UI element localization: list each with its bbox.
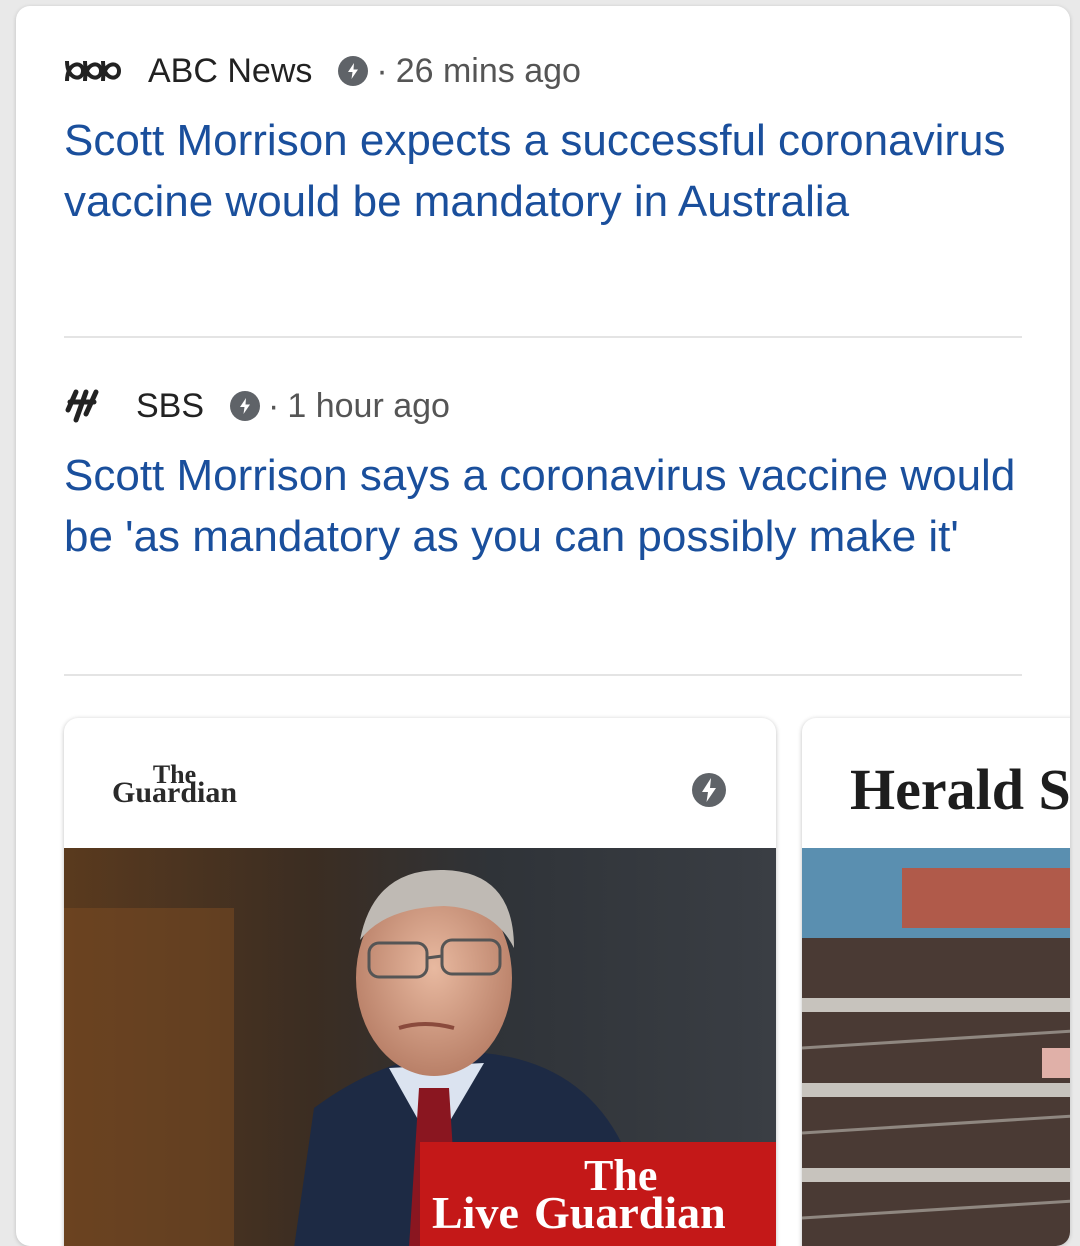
source-name: SBS bbox=[136, 386, 205, 425]
story-time: 1 hour ago bbox=[287, 386, 450, 425]
story-time: 26 mins ago bbox=[395, 51, 581, 90]
meta-separator: · bbox=[376, 51, 388, 90]
guardian-logo: The Guardian bbox=[112, 762, 238, 809]
source-name: ABC News bbox=[148, 51, 313, 90]
abc-news-logo-icon bbox=[64, 56, 126, 86]
amp-lightning-icon bbox=[230, 391, 261, 421]
carousel-card-guardian[interactable]: The Guardian The Live Guardian bbox=[64, 718, 776, 1246]
story-abc[interactable]: ABC News · 26 mins ago Scott Morrison ex… bbox=[64, 46, 1022, 232]
amp-lightning-icon bbox=[692, 773, 726, 807]
divider bbox=[64, 336, 1022, 338]
badge-live: Live bbox=[432, 1187, 519, 1238]
amp-lightning-icon bbox=[338, 56, 369, 86]
herald-logo: Herald S bbox=[850, 757, 1070, 822]
badge-name: Guardian bbox=[534, 1187, 726, 1238]
meta-separator: · bbox=[268, 386, 280, 425]
news-card: ABC News · 26 mins ago Scott Morrison ex… bbox=[16, 6, 1070, 1246]
divider bbox=[64, 674, 1022, 676]
carousel-card-header: The Guardian bbox=[64, 718, 776, 848]
carousel-card-header: Herald S bbox=[802, 718, 1070, 848]
carousel-card-herald[interactable]: Herald S bbox=[802, 718, 1070, 1246]
live-guardian-badge: The Live Guardian bbox=[420, 1142, 776, 1246]
story-headline[interactable]: Scott Morrison expects a successful coro… bbox=[64, 110, 1022, 232]
scott-morrison-photo: The Live Guardian bbox=[64, 848, 776, 1246]
story-headline[interactable]: Scott Morrison says a coronavirus vaccin… bbox=[64, 445, 1022, 567]
empty-supermarket-shelves-photo bbox=[802, 848, 1070, 1246]
story-meta: SBS · 1 hour ago bbox=[64, 381, 1022, 431]
story-sbs[interactable]: SBS · 1 hour ago Scott Morrison says a c… bbox=[64, 381, 1022, 567]
story-meta: ABC News · 26 mins ago bbox=[64, 46, 1022, 96]
sbs-logo-icon bbox=[64, 388, 126, 424]
logo-name: Guardian bbox=[112, 776, 238, 809]
